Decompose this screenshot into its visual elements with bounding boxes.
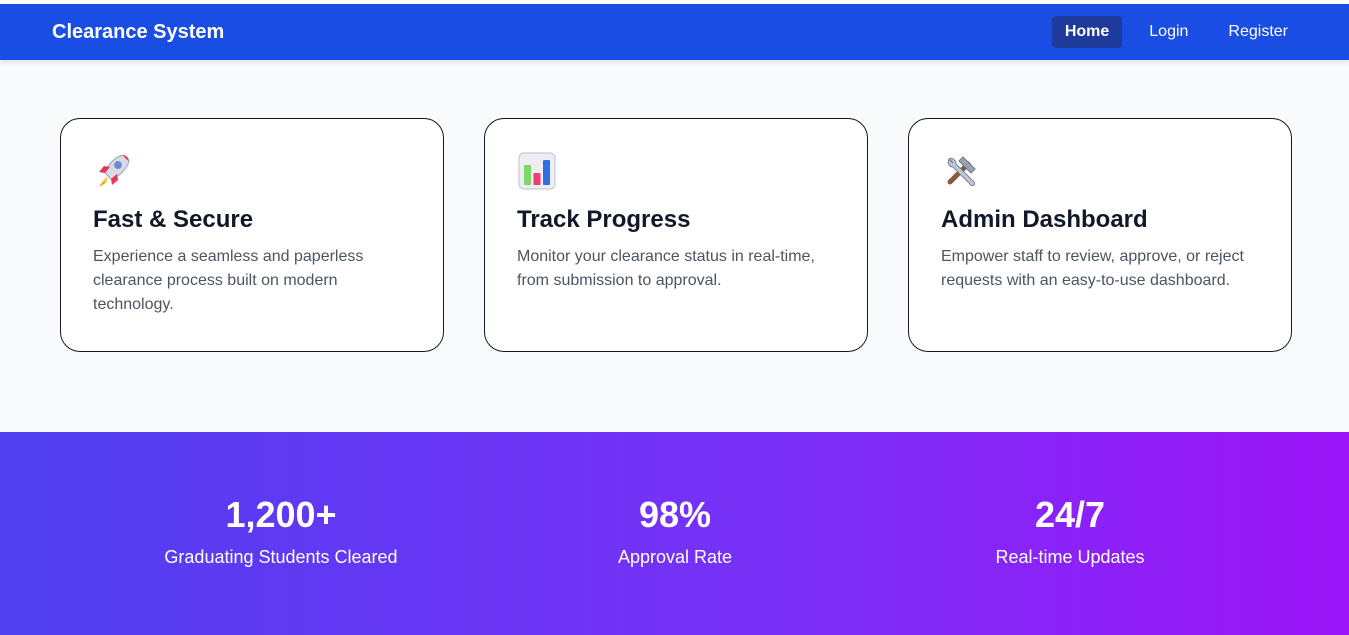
brand-title[interactable]: Clearance System (52, 20, 224, 44)
rocket-icon (93, 151, 133, 191)
stat-value: 98% (638, 494, 712, 535)
bar-chart-icon (517, 151, 557, 191)
feature-title: Track Progress (517, 206, 691, 233)
feature-title: Admin Dashboard (941, 206, 1148, 233)
feature-card-admin-dashboard: Admin Dashboard Empower staff to review,… (908, 118, 1292, 352)
stats-banner: 1,200+ Graduating Students Cleared 98% A… (0, 432, 1349, 635)
feature-card-track-progress: Track Progress Monitor your clearance st… (484, 118, 868, 352)
nav-link-home[interactable]: Home (1051, 16, 1123, 48)
feature-cards: Fast & Secure Experience a seamless and … (60, 118, 1292, 352)
stat-students-cleared: 1,200+ Graduating Students Cleared (81, 494, 481, 568)
stat-approval-rate: 98% Approval Rate (475, 494, 875, 568)
feature-description: Monitor your clearance status in real-ti… (517, 248, 815, 289)
feature-description: Empower staff to review, approve, or rej… (941, 248, 1244, 289)
nav-link-register[interactable]: Register (1215, 16, 1301, 48)
stat-label: Graduating Students Cleared (164, 547, 398, 567)
stat-value: 24/7 (1034, 494, 1106, 535)
nav-link-login[interactable]: Login (1136, 16, 1201, 48)
nav-links: Home Login Register (1051, 16, 1301, 48)
stat-realtime-updates: 24/7 Real-time Updates (870, 494, 1270, 568)
navbar: Clearance System Home Login Register (0, 4, 1349, 60)
stat-label: Real-time Updates (995, 547, 1145, 567)
feature-card-fast-secure: Fast & Secure Experience a seamless and … (60, 118, 444, 352)
stat-label: Approval Rate (617, 547, 733, 567)
stat-value: 1,200+ (225, 494, 337, 535)
feature-description: Experience a seamless and paperless clea… (93, 248, 364, 313)
tools-icon (941, 151, 981, 191)
feature-title: Fast & Secure (93, 206, 254, 233)
